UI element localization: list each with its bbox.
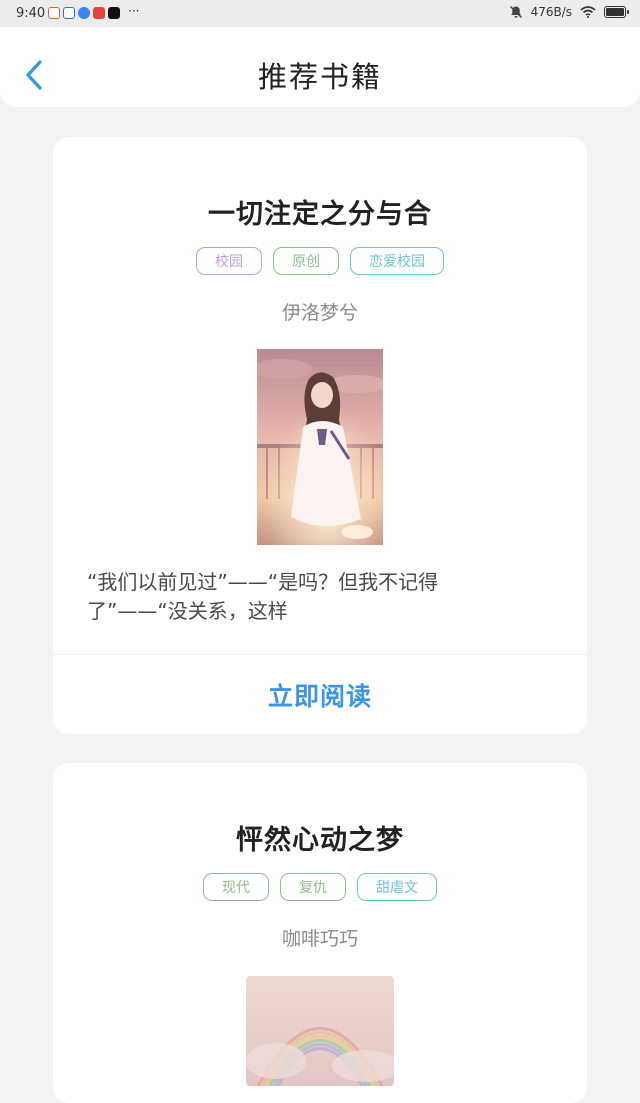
read-now-button[interactable]: 立即阅读: [53, 677, 587, 713]
wifi-icon: [580, 6, 596, 18]
book-tag[interactable]: 恋爱校园: [350, 247, 444, 275]
book-cover-image[interactable]: [257, 349, 383, 545]
book-author: 咖啡巧巧: [281, 928, 358, 950]
book-description: “我们以前见过”——“是吗？但我不记得了”——“没关系，这样: [87, 570, 439, 623]
status-bar: 9:40 ··· 476B/s: [0, 0, 640, 27]
red-app-icon: [93, 7, 105, 19]
book-author: 伊洛梦兮: [281, 302, 358, 324]
book-tag[interactable]: 甜虐文: [357, 873, 437, 901]
network-speed: 476B/s: [530, 5, 572, 19]
book-card[interactable]: 一切注定之分与合 校园 原创 恋爱校园 伊洛梦兮 “我们以前见过”——“是吗？但…: [53, 137, 587, 734]
paw-app-icon: [63, 7, 75, 19]
book-tags: 校园 原创 恋爱校园: [53, 247, 587, 275]
weibo-app-icon: [48, 7, 60, 19]
book-title: 一切注定之分与合: [208, 199, 432, 230]
battery-icon: [604, 6, 629, 18]
book-tags: 现代 复仇 甜虐文: [53, 873, 587, 901]
bell-muted-icon: [509, 6, 522, 18]
chat-app-icon: [78, 7, 90, 19]
card-divider: [53, 654, 587, 655]
book-tag[interactable]: 原创: [273, 247, 339, 275]
book-title: 怦然心动之梦: [236, 825, 404, 856]
book-cover-image[interactable]: [246, 976, 394, 1086]
book-card[interactable]: 怦然心动之梦 现代 复仇 甜虐文 咖啡巧巧: [53, 763, 587, 1103]
page-title: 推荐书籍: [257, 60, 382, 94]
tiktok-app-icon: [108, 7, 120, 19]
book-tag[interactable]: 现代: [203, 873, 269, 901]
status-app-icons: [48, 7, 120, 19]
book-tag[interactable]: 校园: [196, 247, 262, 275]
status-time: 9:40: [16, 6, 46, 21]
more-notifications-icon: ···: [128, 4, 140, 18]
top-header: 推荐书籍: [0, 27, 640, 107]
book-tag[interactable]: 复仇: [280, 873, 346, 901]
